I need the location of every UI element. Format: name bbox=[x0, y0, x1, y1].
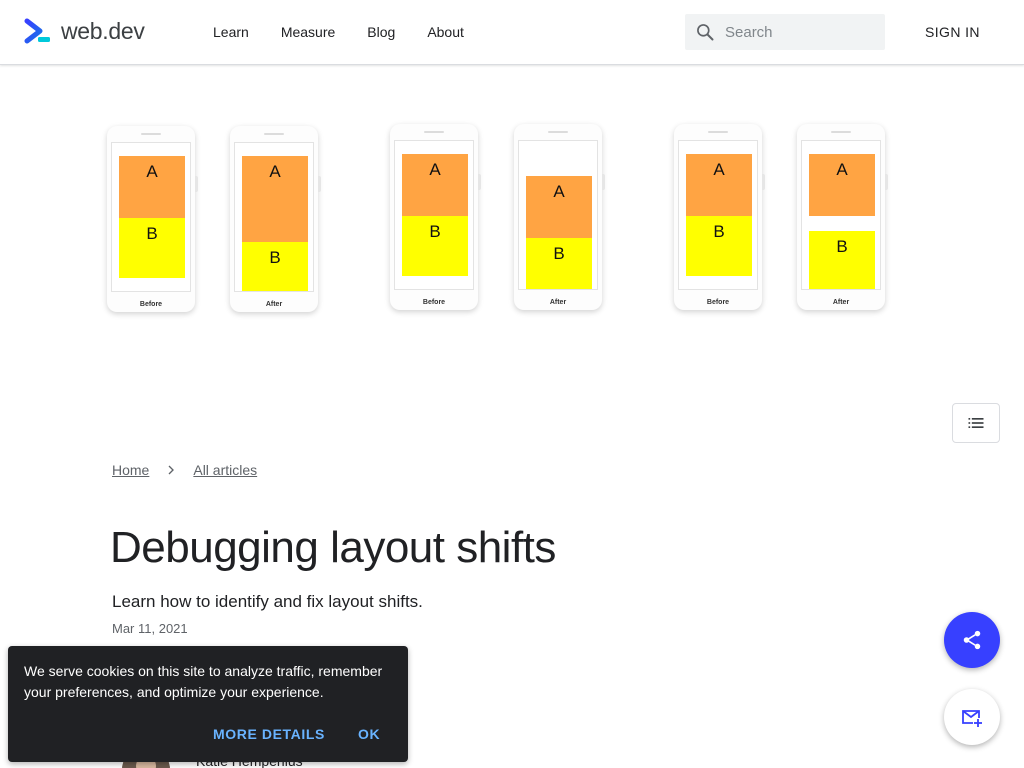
phone-caption: After bbox=[265, 301, 283, 308]
phone-mockup: A B After bbox=[797, 124, 888, 310]
share-icon bbox=[963, 630, 981, 650]
search-icon[interactable] bbox=[695, 22, 715, 42]
breadcrumb-home[interactable]: Home bbox=[112, 462, 149, 478]
share-button[interactable] bbox=[944, 612, 1000, 668]
web-dev-logo-icon bbox=[24, 18, 50, 44]
block-a: A bbox=[686, 154, 752, 216]
phone-side-button bbox=[762, 174, 765, 190]
phone-mockup: A B Before bbox=[390, 124, 481, 310]
site-logo[interactable]: web.dev bbox=[24, 17, 145, 45]
publish-date: Mar 11, 2021 bbox=[112, 621, 188, 636]
phone-mockup: A B Before bbox=[107, 126, 198, 312]
phone-side-button bbox=[195, 176, 198, 192]
block-b: B bbox=[526, 238, 592, 289]
mail-add-icon bbox=[962, 710, 982, 727]
breadcrumb: Home All articles bbox=[112, 462, 257, 478]
cookie-ok-button[interactable]: OK bbox=[358, 722, 380, 746]
phone-speaker bbox=[548, 131, 568, 133]
phone-screen: A B bbox=[678, 140, 758, 290]
block-a: A bbox=[402, 154, 468, 216]
hero-illustration: A B Before A B After A B Before A B Afte… bbox=[100, 120, 900, 320]
subscribe-button[interactable] bbox=[944, 689, 1000, 745]
phone-speaker bbox=[141, 133, 161, 135]
block-a: A bbox=[119, 156, 185, 218]
phone-speaker bbox=[831, 131, 851, 133]
table-of-contents-button[interactable] bbox=[952, 403, 1000, 443]
list-icon bbox=[968, 418, 984, 428]
sign-in-button[interactable]: SIGN IN bbox=[910, 14, 995, 50]
block-b: B bbox=[119, 218, 185, 278]
phone-speaker bbox=[424, 131, 444, 133]
phone-side-button bbox=[602, 174, 605, 190]
block-b: B bbox=[686, 216, 752, 276]
cookie-more-details-button[interactable]: MORE DETAILS bbox=[213, 722, 325, 746]
phone-side-button bbox=[318, 176, 321, 192]
phone-speaker bbox=[708, 131, 728, 133]
phone-screen: A B bbox=[111, 142, 191, 292]
phone-caption: Before bbox=[706, 299, 730, 306]
phone-speaker bbox=[264, 133, 284, 135]
phone-screen: A B bbox=[394, 140, 474, 290]
page-subtitle: Learn how to identify and fix layout shi… bbox=[112, 592, 423, 611]
search-box[interactable] bbox=[685, 14, 885, 50]
phone-caption: Before bbox=[422, 299, 446, 306]
search-input[interactable] bbox=[725, 23, 875, 41]
cookie-banner: We serve cookies on this site to analyze… bbox=[8, 646, 408, 762]
phone-mockup: A B Before bbox=[674, 124, 765, 310]
breadcrumb-all-articles[interactable]: All articles bbox=[193, 462, 257, 478]
cookie-banner-text: We serve cookies on this site to analyze… bbox=[24, 663, 383, 700]
chevron-right-icon bbox=[168, 465, 175, 475]
phone-mockup: A B After bbox=[514, 124, 605, 310]
block-b: B bbox=[242, 242, 308, 291]
phone-caption: Before bbox=[139, 301, 163, 308]
phone-screen: A B bbox=[518, 140, 598, 290]
main-nav: Learn Measure Blog About bbox=[197, 0, 480, 64]
phone-mockup: A B After bbox=[230, 126, 321, 312]
nav-item-learn[interactable]: Learn bbox=[197, 0, 265, 64]
block-b: B bbox=[402, 216, 468, 276]
phone-caption: After bbox=[549, 299, 567, 306]
phone-screen: A B bbox=[234, 142, 314, 292]
site-name: web.dev bbox=[61, 17, 145, 44]
block-b: B bbox=[809, 231, 875, 289]
phone-side-button bbox=[885, 174, 888, 190]
nav-item-about[interactable]: About bbox=[411, 0, 480, 64]
block-a: A bbox=[809, 154, 875, 216]
block-a: A bbox=[526, 176, 592, 238]
page-title: Debugging layout shifts bbox=[110, 523, 556, 572]
site-header: web.dev Learn Measure Blog About SIGN IN bbox=[0, 0, 1024, 65]
block-a: A bbox=[242, 156, 308, 242]
phone-screen: A B bbox=[801, 140, 881, 290]
phone-side-button bbox=[478, 174, 481, 190]
nav-item-blog[interactable]: Blog bbox=[351, 0, 411, 64]
nav-item-measure[interactable]: Measure bbox=[265, 0, 351, 64]
phone-caption: After bbox=[832, 299, 850, 306]
